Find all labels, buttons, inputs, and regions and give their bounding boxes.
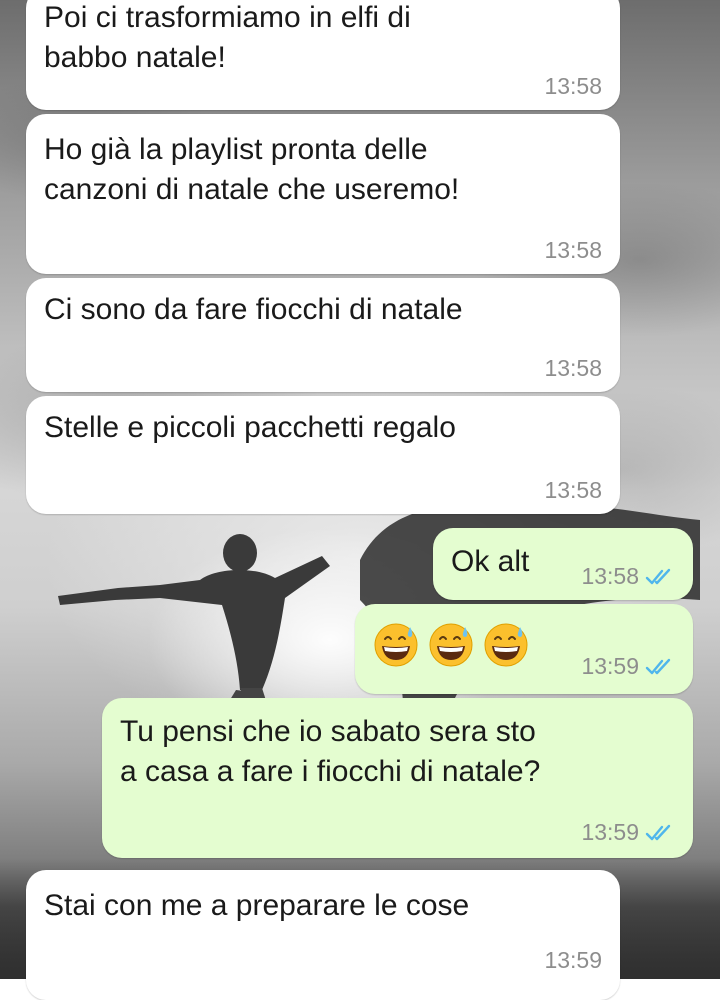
message-timestamp: 13:58 — [544, 355, 602, 381]
grinning-face-with-sweat-icon — [484, 623, 528, 667]
message-text: Stai con me a preparare le cose — [44, 889, 470, 922]
message-timestamp: 13:58 — [544, 477, 602, 503]
message-bubble-incoming[interactable]: Stelle e piccoli pacchetti regalo 13:58 — [26, 396, 620, 514]
message-bubble-incoming[interactable]: Ci sono da fare fiocchi di natale 13:58 — [26, 278, 620, 392]
double-check-icon — [645, 568, 671, 584]
message-bubble-incoming[interactable]: Ho già la playlist pronta delle canzoni … — [26, 114, 620, 274]
message-text: Poi ci trasformiamo in elfi di babbo nat… — [44, 1, 411, 74]
message-bubble-outgoing[interactable]: 13:59 — [355, 604, 693, 694]
message-meta: 13:58 — [544, 73, 602, 100]
message-bubble-outgoing[interactable]: Tu pensi che io sabato sera sto a casa a… — [102, 698, 693, 858]
message-text: Tu pensi che io sabato sera sto a casa a… — [120, 715, 541, 788]
message-timestamp: 13:58 — [544, 73, 602, 99]
message-meta: 13:59 — [581, 819, 675, 846]
grinning-face-with-sweat-icon — [429, 623, 473, 667]
message-text: Ho già la playlist pronta delle canzoni … — [44, 133, 460, 206]
message-text: Ok alt — [451, 545, 530, 578]
message-timestamp: 13:58 — [581, 563, 639, 589]
message-meta: 13:58 — [581, 563, 675, 590]
emoji-row — [373, 622, 538, 668]
message-bubble-incoming[interactable]: Poi ci trasformiamo in elfi di babbo nat… — [26, 0, 620, 110]
message-meta: 13:58 — [544, 355, 602, 382]
message-timestamp: 13:59 — [544, 947, 602, 973]
message-meta: 13:58 — [544, 477, 602, 504]
message-timestamp: 13:59 — [581, 653, 639, 679]
message-text: Ci sono da fare fiocchi di natale — [44, 293, 463, 326]
message-timestamp: 13:58 — [544, 237, 602, 263]
message-meta: 13:58 — [544, 237, 602, 264]
message-timestamp: 13:59 — [581, 819, 639, 845]
message-bubble-incoming[interactable]: Stai con me a preparare le cose 13:59 — [26, 870, 620, 1000]
message-meta: 13:59 — [581, 653, 675, 680]
grinning-face-with-sweat-icon — [374, 623, 418, 667]
message-meta: 13:59 — [544, 947, 602, 974]
double-check-icon — [645, 824, 671, 840]
message-bubble-outgoing[interactable]: Ok alt 13:58 — [433, 528, 693, 600]
double-check-icon — [645, 658, 671, 674]
message-text: Stelle e piccoli pacchetti regalo — [44, 411, 456, 444]
